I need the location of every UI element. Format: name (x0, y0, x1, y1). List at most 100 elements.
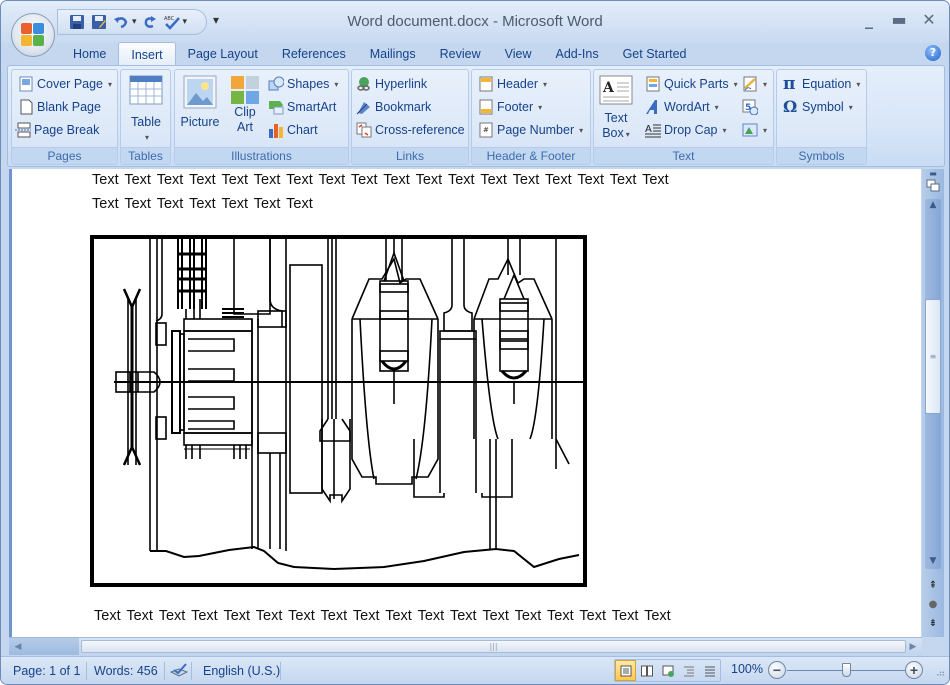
quick-parts-button[interactable]: Quick Parts ▾ (645, 74, 738, 94)
group-symbols: π Equation ▾ Ω Symbol ▾ Symbols (776, 69, 867, 165)
ribbon: Cover Page ▾ Blank Page Page Break Pages … (7, 65, 945, 167)
dropdown-arrow-icon: ▾ (538, 102, 543, 112)
group-illustrations: Picture Clip Art Shapes ▾ SmartArt Chart … (174, 69, 349, 165)
picture-button[interactable]: Picture (179, 75, 221, 130)
dropdown-arrow-icon: ▾ (543, 79, 548, 89)
group-label-illustrations: Illustrations (175, 147, 348, 164)
shapes-button[interactable]: Shapes ▾ (268, 74, 338, 94)
header-icon (478, 76, 494, 92)
insert-object-icon (742, 122, 758, 138)
cover-page-button[interactable]: Cover Page ▾ (18, 74, 112, 94)
full-screen-reading-view-button[interactable] (636, 660, 657, 681)
zoom-in-button[interactable]: + (905, 661, 923, 679)
group-label-links: Links (352, 147, 468, 164)
equation-icon: π (783, 74, 796, 94)
full-screen-reading-icon (640, 665, 653, 676)
close-button[interactable]: ✕ (919, 9, 939, 29)
page-count-status[interactable]: Page: 1 of 1 (7, 662, 88, 680)
group-label-text: Text (594, 147, 773, 164)
horizontal-scroll-thumb[interactable]: ||| (81, 640, 906, 653)
language-status[interactable]: English (U.S.) (195, 662, 281, 680)
tab-home[interactable]: Home (61, 42, 118, 66)
dropdown-arrow-icon: ▾ (856, 79, 861, 89)
page-number-button[interactable]: # Page Number ▾ (478, 120, 583, 140)
signature-line-button[interactable]: ▾ (742, 74, 767, 94)
outline-icon (683, 666, 694, 676)
paragraph-line-3[interactable]: Text Text Text Text Text Text Text Text … (94, 608, 671, 624)
tab-add-ins[interactable]: Add-Ins (543, 42, 610, 66)
text-box-button[interactable]: A Text Box ▾ (597, 75, 635, 142)
select-browse-object-button[interactable]: ● (925, 596, 941, 612)
dropdown-arrow-icon: ▾ (733, 79, 738, 89)
smartart-button[interactable]: SmartArt (268, 97, 336, 117)
dropdown-arrow-icon: ▾ (334, 79, 339, 89)
insert-object-button[interactable]: ▾ (742, 120, 767, 140)
tab-references[interactable]: References (270, 42, 358, 66)
draft-icon (704, 666, 715, 676)
help-button[interactable]: ? (925, 45, 941, 61)
web-layout-view-button[interactable] (657, 660, 678, 681)
svg-text:A: A (602, 80, 615, 96)
split-handle-icon[interactable]: ▬ (925, 169, 941, 178)
proofing-check-icon (169, 663, 189, 681)
clip-art-button[interactable]: Clip Art (228, 75, 262, 135)
text-box-icon: A (599, 75, 633, 109)
date-time-button[interactable]: 5 (742, 97, 759, 117)
drop-cap-icon: A (645, 122, 661, 138)
dropdown-arrow-icon: ▾ (763, 125, 768, 135)
dropdown-arrow-icon: ▾ (108, 79, 113, 89)
scroll-left-button[interactable]: ◀ (11, 640, 25, 653)
next-page-button[interactable]: ⇟ (925, 615, 941, 631)
engineering-drawing-image[interactable] (90, 235, 587, 587)
hyperlink-button[interactable]: Hyperlink (356, 74, 427, 94)
tab-get-started[interactable]: Get Started (611, 42, 699, 66)
wordart-button[interactable]: WordArt ▾ (645, 97, 719, 117)
bookmark-button[interactable]: Bookmark (356, 97, 431, 117)
word-count-status[interactable]: Words: 456 (88, 662, 165, 680)
resize-grip-icon[interactable]: ⠴⠆ (936, 668, 948, 679)
equation-button[interactable]: π Equation ▾ (783, 74, 860, 94)
outline-view-button[interactable] (678, 660, 699, 681)
drop-cap-button[interactable]: A Drop Cap ▾ (645, 120, 727, 140)
cross-reference-button[interactable]: Cross-reference (356, 120, 465, 140)
proofing-status[interactable] (164, 662, 192, 680)
header-button[interactable]: Header ▾ (478, 74, 547, 94)
vertical-scroll-thumb[interactable]: ≡ (925, 299, 941, 414)
horizontal-scrollbar[interactable]: ◀ ||| ▶ (9, 637, 922, 655)
maximize-button[interactable]: ▬ (889, 9, 909, 29)
previous-page-button[interactable]: ⇞ (925, 577, 941, 593)
document-page[interactable]: Text Text Text Text Text Text Text Text … (9, 169, 921, 637)
dropdown-arrow-icon: ▾ (625, 130, 630, 139)
title-bar: ▾ ABC ▾ ▾ Word document.docx - Microsoft… (1, 1, 949, 43)
tab-insert[interactable]: Insert (118, 42, 176, 66)
bookmark-icon (356, 99, 372, 115)
vertical-scrollbar[interactable]: ▬ ▲ ≡ ▼ ⇞ ● ⇟ (922, 169, 944, 637)
tab-mailings[interactable]: Mailings (358, 42, 428, 66)
signature-line-icon (742, 76, 758, 92)
word-window: ▾ ABC ▾ ▾ Word document.docx - Microsoft… (0, 0, 950, 685)
tab-review[interactable]: Review (428, 42, 493, 66)
footer-button[interactable]: Footer ▾ (478, 97, 542, 117)
office-button[interactable] (11, 13, 55, 57)
minimize-button[interactable]: _ (859, 9, 879, 29)
paragraph-line-2[interactable]: Text Text Text Text Text Text Text (92, 196, 313, 212)
print-layout-view-button[interactable] (615, 660, 636, 681)
zoom-out-button[interactable]: − (768, 661, 786, 679)
print-layout-icon (620, 665, 631, 676)
chart-button[interactable]: Chart (268, 120, 318, 140)
scroll-right-button[interactable]: ▶ (906, 640, 920, 653)
blank-page-button[interactable]: Blank Page (18, 97, 101, 117)
paragraph-line-1[interactable]: Text Text Text Text Text Text Text Text … (92, 172, 669, 188)
draft-view-button[interactable] (699, 660, 720, 681)
zoom-slider-thumb[interactable] (842, 663, 851, 677)
view-ruler-icon[interactable] (925, 177, 941, 193)
symbol-button[interactable]: Ω Symbol ▾ (783, 97, 853, 117)
tab-view[interactable]: View (493, 42, 544, 66)
zoom-level[interactable]: 100% (731, 662, 763, 676)
tab-page-layout[interactable]: Page Layout (176, 42, 270, 66)
blank-page-icon (18, 99, 34, 115)
page-break-button[interactable]: Page Break (15, 120, 99, 140)
scroll-down-button[interactable]: ▼ (925, 553, 941, 569)
scroll-up-button[interactable]: ▲ (925, 197, 941, 213)
table-button[interactable]: Table ▾ (128, 75, 164, 145)
